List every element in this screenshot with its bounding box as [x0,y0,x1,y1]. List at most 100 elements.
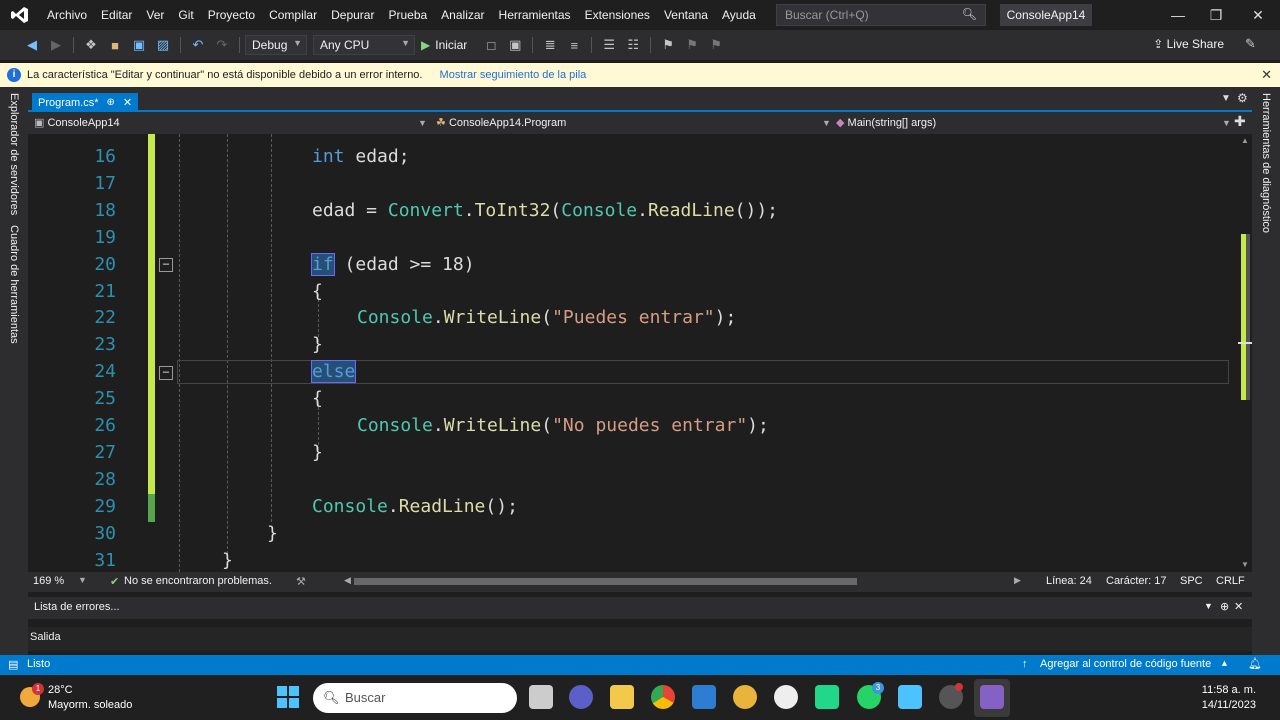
platform-dropdown[interactable]: Any CPU ▼ [313,35,415,55]
task-view-icon[interactable] [529,685,553,709]
problems-status[interactable]: No se encontraron problemas. [124,575,272,587]
menu-extensiones[interactable]: Extensiones [578,0,657,30]
format-icon[interactable]: ≡ [564,35,584,55]
menu-editar[interactable]: Editar [94,0,139,30]
chevron-down-icon[interactable]: ▼ [78,575,87,585]
menu-compilar[interactable]: Compilar [262,0,324,30]
undo-icon[interactable]: ↶ [188,35,208,55]
menu-prueba[interactable]: Prueba [381,0,434,30]
keyword-int: int [312,146,345,167]
close-icon[interactable]: ✕ [1261,63,1272,87]
pin-icon[interactable]: ⊕ [1220,600,1229,613]
line-number: 28 [94,469,116,490]
feedback-icon[interactable]: ✎ [1245,36,1256,52]
windows-start-icon[interactable] [277,686,299,708]
scroll-left-icon[interactable]: ◀ [344,575,351,586]
bookmark-prev-icon[interactable]: ⚑ [682,35,702,55]
scroll-right-icon[interactable]: ▶ [1014,575,1021,586]
save-all-icon[interactable]: ▨ [153,35,173,55]
error-list-title[interactable]: Lista de errores... [34,601,120,613]
diagnostic-tools-tab[interactable]: Herramientas de diagnóstico [1260,93,1272,233]
clock[interactable]: 11:58 a. m. 14/11/2023 [1202,683,1256,713]
zoom-level[interactable]: 169 % [33,575,64,587]
duck-app-icon[interactable] [733,685,757,709]
add-to-source-control[interactable]: Agregar al control de código fuente [1040,658,1211,670]
visual-studio-logo-icon[interactable] [0,0,40,30]
save-icon[interactable]: ▣ [129,35,149,55]
file-explorer-icon[interactable] [610,685,634,709]
notepad-icon[interactable] [898,685,922,709]
bookmark-icon[interactable]: ⚑ [658,35,678,55]
open-folder-icon[interactable]: ■ [105,35,125,55]
notification-bell-icon[interactable]: 🔔︎ [1248,657,1262,670]
uncomment-icon[interactable]: ☷ [623,35,643,55]
scroll-down-icon[interactable]: ▼ [1241,560,1249,569]
comment-icon[interactable]: ☰ [599,35,619,55]
menu-git[interactable]: Git [171,0,200,30]
back-icon[interactable]: ◀︎ [22,35,42,55]
scroll-thumb[interactable] [1246,234,1250,400]
bookmark-next-icon[interactable]: ⚑ [706,35,726,55]
step-icon[interactable]: ≣ [540,35,560,55]
info-icon: i [7,68,21,82]
start-label: Iniciar [435,38,468,52]
show-stack-trace-link[interactable]: Mostrar seguimiento de la pila [440,69,587,81]
toolbox-tab[interactable]: Cuadro de herramientas [8,225,20,344]
eye-app-icon[interactable] [774,685,798,709]
line-number: 21 [94,281,116,302]
line-ending[interactable]: CRLF [1216,575,1245,587]
weather-widget[interactable]: 28°C Mayorm. soleado [48,683,132,713]
cleanup-icon[interactable]: ⚒ [296,575,306,588]
menu-proyecto[interactable]: Proyecto [201,0,262,30]
browse-icon[interactable]: □ [481,35,501,55]
split-editor-icon[interactable]: ✚ [1234,113,1246,130]
chevron-down-icon[interactable]: ▼ [1221,93,1231,104]
teams-chat-icon[interactable] [569,685,593,709]
new-item-icon[interactable]: ❖ [81,35,101,55]
close-icon[interactable]: ✕ [1238,0,1278,30]
indent-guide [271,134,272,522]
pycharm-icon[interactable] [815,685,839,709]
menu-ayuda[interactable]: Ayuda [715,0,763,30]
project-dropdown[interactable]: ▣ ConsoleApp14 ▼ [34,114,434,132]
type-console: Console [312,496,388,517]
pin-icon[interactable]: ⊕ [107,97,115,108]
collapse-if-icon[interactable]: − [159,258,173,272]
visual-studio-taskbar-icon[interactable] [980,685,1004,709]
gear-icon[interactable]: ⚙ [1237,91,1248,105]
member-dropdown[interactable]: ◆ Main(string[] args) ▼ [836,114,1232,132]
close-icon[interactable]: ✕ [1234,600,1243,613]
menu-ver[interactable]: Ver [139,0,171,30]
horizontal-scroll-thumb[interactable] [354,578,857,585]
screenshot-icon[interactable]: ▣ [505,35,525,55]
chevron-down-icon[interactable]: ▼ [1204,601,1213,611]
saved-change-bar [148,494,155,522]
vscode-icon[interactable] [692,685,716,709]
search-input[interactable]: Buscar (Ctrl+Q) 🔍︎ [776,4,986,26]
server-explorer-tab[interactable]: Explorador de servidores [8,93,20,215]
editor-vertical-scrollbar[interactable]: ▲ ▼ [1238,134,1252,572]
toolbar-separator [73,37,74,53]
start-button[interactable]: ▶ Iniciar [421,38,467,52]
menu-depurar[interactable]: Depurar [324,0,381,30]
menu-archivo[interactable]: Archivo [40,0,94,30]
redo-icon[interactable]: ↷ [212,35,232,55]
tab-program-cs[interactable]: Program.cs* ⊕ ✕ [32,93,139,112]
scroll-up-icon[interactable]: ▲ [1241,136,1249,145]
menu-ventana[interactable]: Ventana [657,0,715,30]
live-share-button[interactable]: ⇪ Live Share [1153,37,1224,51]
menu-herramientas[interactable]: Herramientas [492,0,578,30]
collapse-else-icon[interactable]: − [159,366,173,380]
menu-analizar[interactable]: Analizar [434,0,491,30]
maximize-icon[interactable]: ❐ [1196,0,1236,30]
minimize-icon[interactable]: — [1158,0,1198,30]
close-icon[interactable]: ✕ [123,96,132,109]
code-editor[interactable]: − − 16 17 18 19 20 21 22 23 24 25 26 27 … [28,134,1238,572]
taskbar-search-input[interactable]: 🔍︎ Buscar [313,683,517,713]
configuration-dropdown[interactable]: Debug ▼ [245,35,307,55]
output-title[interactable]: Salida [30,631,61,643]
forward-icon[interactable]: ▶︎ [46,35,66,55]
class-dropdown[interactable]: ☘ ConsoleApp14.Program ▼ [436,114,831,132]
chrome-icon[interactable] [651,685,675,709]
chevron-up-icon[interactable]: ▲ [1220,658,1229,668]
